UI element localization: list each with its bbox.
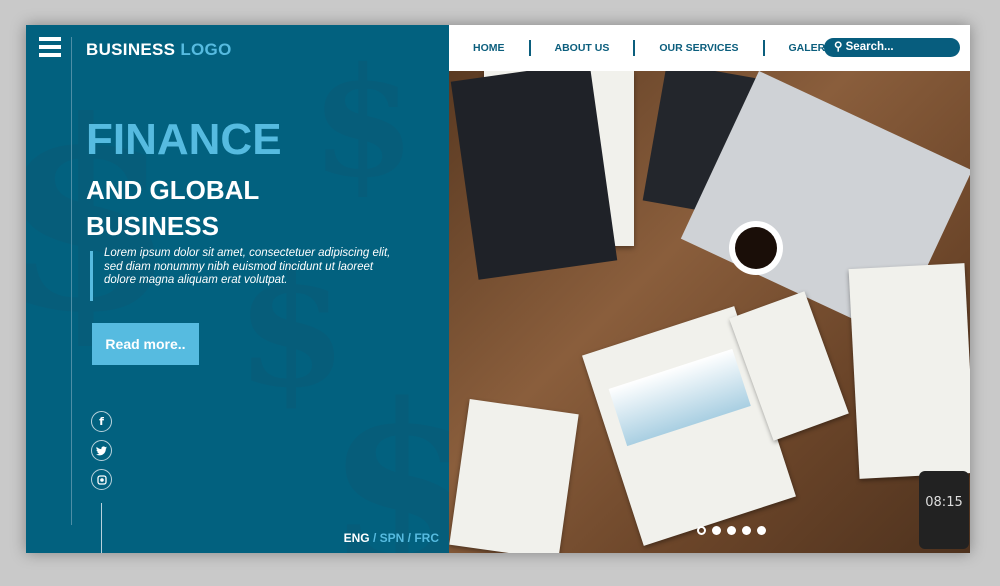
nav-our-services[interactable]: OUR SERVICES [635, 40, 765, 56]
dollar-watermark: $ [311, 35, 416, 211]
lang-eng[interactable]: ENG [344, 531, 370, 545]
nav-home[interactable]: HOME [449, 40, 531, 56]
phone: 08:15 [919, 471, 969, 549]
landing-page: $ $ $ $ BUSINESS LOGO FINANCE AND GLOBAL… [26, 25, 970, 553]
slide-dot-4[interactable] [742, 526, 751, 535]
read-more-button[interactable]: Read more.. [92, 323, 199, 365]
slide-dot-3[interactable] [727, 526, 736, 535]
slide-dot-2[interactable] [712, 526, 721, 535]
hero-subtitle: AND GLOBAL BUSINESS [86, 175, 260, 241]
slide-dot-5[interactable] [757, 526, 766, 535]
hero-title: FINANCE [86, 115, 282, 164]
hero-description: Lorem ipsum dolor sit amet, consectetuer… [104, 247, 391, 286]
search-input[interactable]: ⚲ Search... [824, 38, 960, 57]
twitter-icon[interactable] [91, 440, 112, 461]
top-nav: HOME ABOUT US OUR SERVICES GALERY ⚲ Sear… [449, 25, 970, 71]
quote-bar [90, 251, 93, 301]
business-logo[interactable]: BUSINESS LOGO [86, 40, 232, 60]
hero-panel: $ $ $ $ BUSINESS LOGO FINANCE AND GLOBAL… [26, 25, 449, 553]
search-icon: ⚲ [834, 41, 843, 53]
dollar-watermark: $ [326, 355, 449, 553]
divider [71, 37, 72, 525]
nav-about-us[interactable]: ABOUT US [531, 40, 636, 56]
language-switcher: ENG / SPN / FRC [343, 531, 439, 545]
social-line [101, 503, 102, 553]
hero-photo: 08:15 [449, 62, 970, 553]
lang-spn[interactable]: SPN [380, 531, 405, 545]
calendar [848, 263, 970, 479]
image-panel: HOME ABOUT US OUR SERVICES GALERY ⚲ Sear… [449, 25, 970, 553]
instagram-icon[interactable] [91, 469, 112, 490]
facebook-icon[interactable]: f [91, 411, 112, 432]
hamburger-menu-icon[interactable] [39, 37, 61, 59]
lang-frc[interactable]: FRC [414, 531, 439, 545]
planner [449, 399, 579, 553]
coffee-cup [729, 221, 783, 275]
slider-dots [697, 526, 766, 535]
arm-left [450, 62, 618, 280]
slide-dot-1[interactable] [697, 526, 706, 535]
